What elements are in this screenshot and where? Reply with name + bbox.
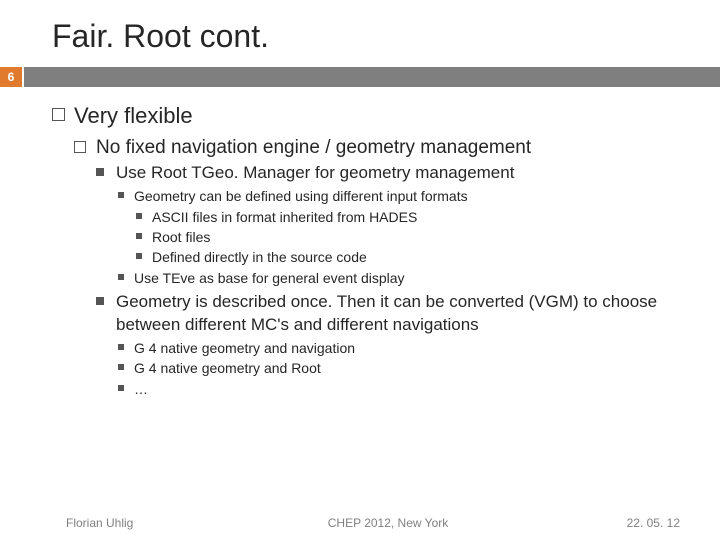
bullet-lvl5: Defined directly in the source code <box>134 248 680 267</box>
bullet-lvl4: … <box>116 380 680 399</box>
footer-author: Florian Uhlig <box>66 516 216 530</box>
content-area: Very flexible No fixed navigation engine… <box>0 87 720 399</box>
bullet-lvl1: Very flexible No fixed navigation engine… <box>52 101 680 399</box>
bullet-lvl5: Root files <box>134 228 680 247</box>
banner-bar <box>24 67 720 87</box>
bullet-text: Geometry can be defined using different … <box>134 188 468 204</box>
bullet-text: … <box>134 381 148 397</box>
bullet-lvl4: Use TEve as base for general event displ… <box>116 269 680 288</box>
banner: 6 <box>0 67 720 87</box>
bullet-text: Very flexible <box>74 103 193 128</box>
bullet-text: Use Root TGeo. Manager for geometry mana… <box>116 163 514 182</box>
bullet-lvl2: No fixed navigation engine / geometry ma… <box>74 135 680 400</box>
footer-date: 22. 05. 12 <box>560 516 680 530</box>
bullet-lvl4: G 4 native geometry and Root <box>116 359 680 378</box>
slide: Fair. Root cont. 6 Very flexible No fixe… <box>0 0 720 540</box>
bullet-text: G 4 native geometry and navigation <box>134 340 355 356</box>
bullet-text: Use TEve as base for general event displ… <box>134 270 405 286</box>
bullet-lvl3: Use Root TGeo. Manager for geometry mana… <box>96 162 680 287</box>
bullet-lvl4: Geometry can be defined using different … <box>116 187 680 267</box>
page-number-badge: 6 <box>0 67 24 87</box>
footer-event: CHEP 2012, New York <box>216 516 560 530</box>
bullet-lvl4: G 4 native geometry and navigation <box>116 339 680 358</box>
slide-title: Fair. Root cont. <box>0 0 720 67</box>
bullet-text: Geometry is described once. Then it can … <box>116 292 657 334</box>
footer: Florian Uhlig CHEP 2012, New York 22. 05… <box>0 516 720 530</box>
bullet-text: ASCII files in format inherited from HAD… <box>152 209 417 225</box>
bullet-text: G 4 native geometry and Root <box>134 360 321 376</box>
bullet-lvl5: ASCII files in format inherited from HAD… <box>134 208 680 227</box>
bullet-text: No fixed navigation engine / geometry ma… <box>96 137 531 158</box>
bullet-text: Defined directly in the source code <box>152 249 367 265</box>
bullet-text: Root files <box>152 229 210 245</box>
bullet-lvl3: Geometry is described once. Then it can … <box>96 291 680 400</box>
